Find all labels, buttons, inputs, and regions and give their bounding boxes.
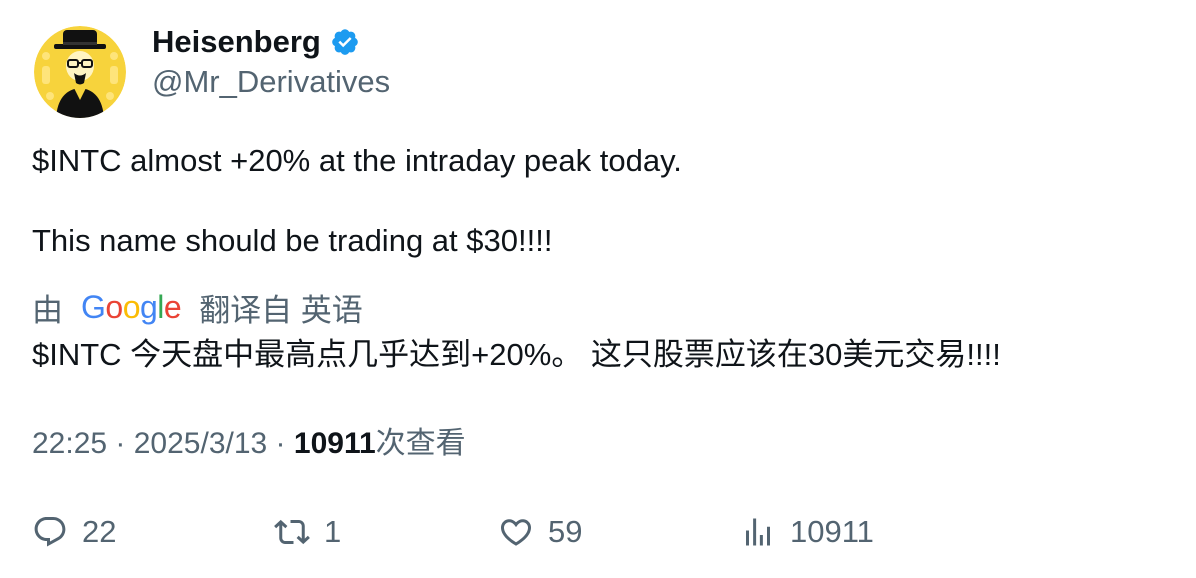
tweet-text-line-2: This name should be trading at $30!!!!	[32, 223, 553, 258]
tweet-date[interactable]: 2025/3/13	[134, 427, 267, 460]
tweet-time[interactable]: 22:25	[32, 427, 107, 460]
like-count: 59	[548, 514, 583, 549]
translated-text: $INTC 今天盘中最高点几乎达到+20%。 这只股票应该在30美元交易!!!!	[32, 337, 1001, 372]
retweet-icon	[274, 514, 310, 550]
analytics-icon	[740, 514, 776, 550]
meta-separator: ·	[267, 427, 294, 460]
translation-attribution: 由 Google 翻译自 英语	[32, 286, 363, 328]
heart-icon	[498, 514, 534, 550]
meta-views-count: 10911	[293, 427, 376, 460]
verified-badge-icon	[330, 27, 360, 57]
google-logo-icon: Google	[81, 288, 182, 325]
retweet-button[interactable]: 1	[274, 510, 341, 554]
translation-prefix: 由	[32, 292, 63, 328]
reply-count: 22	[82, 514, 117, 549]
display-name[interactable]: Heisenberg	[152, 22, 321, 62]
retweet-count: 1	[324, 514, 342, 549]
views-button[interactable]: 10911	[740, 510, 874, 554]
reply-button[interactable]: 22	[32, 510, 116, 554]
reply-icon	[32, 514, 68, 550]
action-bar: 22 1 59 10911	[0, 510, 1196, 554]
meta-separator: ·	[107, 427, 134, 460]
author-name-row: Heisenberg	[152, 22, 360, 62]
tweet-card: Heisenberg @Mr_Derivatives $INTC almost …	[0, 0, 1196, 578]
author-handle[interactable]: @Mr_Derivatives	[152, 62, 390, 102]
like-button[interactable]: 59	[498, 510, 582, 554]
tweet-text-line-1: $INTC almost +20% at the intraday peak t…	[32, 143, 682, 178]
translation-suffix[interactable]: 翻译自 英语	[199, 285, 363, 330]
tweet-meta: 22:25 · 2025/3/13 · 10911次查看	[32, 424, 466, 464]
heisenberg-avatar-icon	[34, 26, 126, 118]
avatar[interactable]	[34, 26, 126, 118]
views-count: 10911	[790, 514, 874, 549]
meta-views-label: 次查看	[375, 427, 466, 460]
